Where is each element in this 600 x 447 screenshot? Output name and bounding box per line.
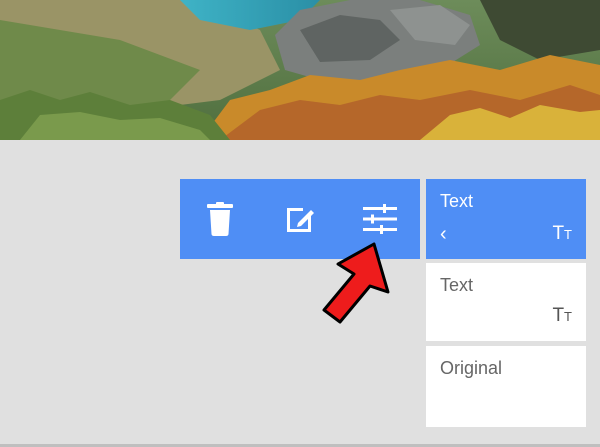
delete-button[interactable] [198,197,242,241]
card-title: Text [440,191,474,211]
annotation-arrow-icon [322,242,390,324]
text-size-icon: TT [552,223,572,244]
text-size-icon: TT [552,305,572,326]
back-chevron-icon[interactable]: ‹ [440,223,447,246]
text-style-card[interactable]: Text TT [426,263,586,341]
card-title: Text [440,275,474,295]
text-style-card-active[interactable]: Text ‹ TT [426,179,586,259]
trash-icon [207,202,233,236]
background-photo [0,0,600,140]
original-style-card[interactable]: Original [426,346,586,427]
text-style-panel: Text ‹ TT Text TT Original [426,179,586,427]
card-title: Original [440,358,503,378]
landscape-photo [0,0,600,140]
